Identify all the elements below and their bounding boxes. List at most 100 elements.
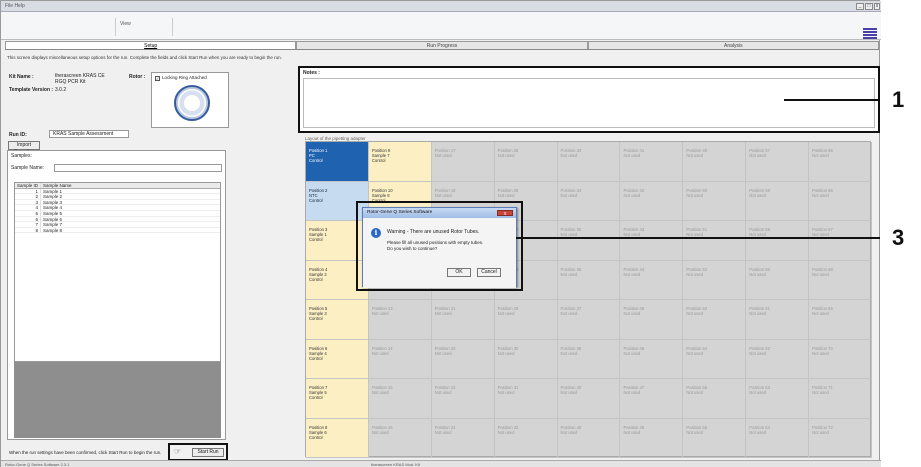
grid-cell-position[interactable]: Position 64 Not used xyxy=(746,418,810,458)
grid-cell-position[interactable]: Position 66 Not used xyxy=(809,181,872,221)
grid-cell-position[interactable]: Position 65 Not used xyxy=(809,142,872,182)
grid-cell-text: Not used xyxy=(749,429,766,435)
maximize-icon[interactable]: □ xyxy=(865,3,873,10)
grid-cell-text: Control xyxy=(371,158,386,163)
grid-cell-position[interactable]: Position 6 Sample 4 Control xyxy=(306,339,369,379)
grid-cell-position[interactable]: Position 9 Sample 7 Control xyxy=(368,142,432,182)
grid-cell-position[interactable]: Position 43 Not used xyxy=(620,221,684,261)
grid-cell-position[interactable]: Position 7 Sample 5 Control xyxy=(306,379,369,419)
close-window-icon[interactable]: x xyxy=(874,3,880,10)
sample-table[interactable]: Sample ID Sample Name 1 Sample 1 2 Sample 2… xyxy=(14,182,221,362)
grid-cell-position[interactable]: Position 42 Not used xyxy=(620,181,684,221)
grid-cell-position[interactable]: Position 47 Not used xyxy=(620,379,684,419)
grid-cell-text: Not used xyxy=(686,390,704,395)
grid-cell-position[interactable]: Position 54 Not used xyxy=(683,339,747,379)
grid-cell-position[interactable]: Position 49 Not used xyxy=(683,142,747,182)
grid-cell-position[interactable]: Position 23 Not used xyxy=(431,379,495,419)
grid-cell-position[interactable]: Position 40 Not used xyxy=(557,418,621,458)
notes-input[interactable] xyxy=(303,78,875,128)
grid-cell-position[interactable]: Position 25 Not used xyxy=(494,142,558,182)
grid-cell-text: Not used xyxy=(686,153,704,158)
grid-cell-text: Control xyxy=(309,434,323,440)
grid-cell-position[interactable]: Position 22 Not used xyxy=(431,339,495,379)
minimize-icon[interactable]: _ xyxy=(856,3,864,10)
sample-name-cell: Sample 2 xyxy=(43,194,63,200)
sample-name-label: Sample Name: xyxy=(11,165,45,171)
grid-cell-position[interactable]: Position 8 Sample 6 Control xyxy=(306,418,369,458)
grid-cell-position[interactable]: Position 62 Not used xyxy=(746,339,810,379)
grid-cell-position[interactable]: Position 34 Not used xyxy=(557,181,621,221)
grid-cell-position[interactable]: Position 13 Not used xyxy=(368,300,432,340)
tab-bar: Setup Run Progress Analysis xyxy=(5,41,879,50)
grid-cell-position[interactable]: Position 48 Not used xyxy=(620,418,684,458)
grid-cell-position[interactable]: Position 58 Not used xyxy=(746,181,810,221)
grid-cell-position[interactable]: Position 50 Not used xyxy=(683,181,747,221)
grid-cell-position[interactable]: Position 52 Not used xyxy=(683,260,747,300)
grid-cell-position[interactable]: Position 5 Sample 3 Control xyxy=(306,300,369,340)
grid-cell-position[interactable]: Position 14 Not used xyxy=(368,339,432,379)
grid-cell-position[interactable]: Position 29 Not used xyxy=(494,300,558,340)
grid-cell-position[interactable]: Position 68 Not used xyxy=(809,260,872,300)
grid-cell-position[interactable]: Position 56 Not used xyxy=(683,418,747,458)
tab-run-progress[interactable]: Run Progress xyxy=(296,41,588,49)
grid-cell-position[interactable]: Position 57 Not used xyxy=(746,142,810,182)
tab-setup[interactable]: Setup xyxy=(5,41,297,49)
grid-cell-position[interactable]: Position 31 Not used xyxy=(494,379,558,419)
column-header-sample-name[interactable]: Sample Name xyxy=(41,183,220,188)
grid-cell-position[interactable]: Position 21 Not used xyxy=(431,300,495,340)
grid-cell-position[interactable]: Position 45 Not used xyxy=(620,300,684,340)
grid-cell-text: Control xyxy=(309,355,323,361)
menu-bar[interactable]: File Help xyxy=(5,3,25,9)
grid-cell-text: Not used xyxy=(686,350,704,356)
column-header-sample-id[interactable]: Sample ID xyxy=(15,183,41,188)
grid-cell-position[interactable]: Position 63 Not used xyxy=(746,379,810,419)
grid-cell-text: Not used xyxy=(812,350,829,356)
grid-cell-position[interactable]: Position 17 Not used xyxy=(431,142,495,182)
import-samples-button[interactable]: Import Samples xyxy=(8,141,40,155)
grid-cell-position[interactable]: Position 30 Not used xyxy=(494,339,558,379)
grid-cell-text: Not used xyxy=(497,390,515,395)
grid-cell-position[interactable]: Position 15 Not used xyxy=(368,379,432,419)
tab-analysis[interactable]: Analysis xyxy=(587,41,879,49)
sample-name-cell: Sample 6 xyxy=(43,216,63,222)
grid-cell-position[interactable]: Position 69 Not used xyxy=(809,300,872,340)
grid-cell-text: Not used xyxy=(623,350,641,356)
sample-name-input[interactable] xyxy=(54,164,222,172)
dialog-close-button[interactable]: X xyxy=(497,210,513,216)
grid-cell-position[interactable]: Position 72 Not used xyxy=(809,418,872,458)
grid-cell-position[interactable]: Position 41 Not used xyxy=(620,142,684,182)
grid-cell-position[interactable]: Position 39 Not used xyxy=(557,379,621,419)
grid-cell-position[interactable]: Position 70 Not used xyxy=(809,339,872,379)
grid-cell-position[interactable]: Position 71 Not used xyxy=(809,379,872,419)
grid-cell-position[interactable]: Position 33 Not used xyxy=(557,142,621,182)
grid-cell-position[interactable]: Position 16 Not used xyxy=(368,418,432,458)
grid-cell-position[interactable]: Position 59 Not used xyxy=(746,221,810,261)
grid-cell-position[interactable]: Position 38 Not used xyxy=(557,339,621,379)
status-center: therascreen KRAS Mod. Kit xyxy=(371,462,420,467)
grid-cell-position[interactable]: Position 46 Not used xyxy=(620,339,684,379)
grid-cell-position[interactable]: Position 32 Not used xyxy=(494,418,558,458)
run-id-input[interactable]: KRAS Sample Assessment xyxy=(49,130,129,138)
cancel-button[interactable]: Cancel xyxy=(477,268,501,277)
grid-cell-text: Not used xyxy=(434,192,452,198)
grid-cell-position[interactable]: Position 60 Not used xyxy=(746,260,810,300)
grid-cell-position[interactable]: Position 55 Not used xyxy=(683,379,747,419)
grid-cell-position[interactable]: Position 37 Not used xyxy=(557,300,621,340)
locking-ring-checkbox[interactable]: ✓ Locking Ring Attached xyxy=(155,75,207,81)
start-run-button[interactable]: Start Run xyxy=(192,448,224,457)
checkmark-icon: ✓ xyxy=(155,76,160,81)
callout-1-line xyxy=(784,99,880,101)
grid-cell-position[interactable]: Position 1 PC Control xyxy=(306,142,369,182)
grid-cell-position[interactable]: Position 51 Not used xyxy=(683,221,747,261)
grid-cell-position[interactable]: Position 24 Not used xyxy=(431,418,495,458)
grid-cell-position[interactable]: Position 36 Not used xyxy=(557,260,621,300)
grid-cell-text: Not used xyxy=(434,311,452,316)
grid-cell-position[interactable]: Position 44 Not used xyxy=(620,260,684,300)
grid-cell-position[interactable]: Position 53 Not used xyxy=(683,300,747,340)
view-menu[interactable]: View xyxy=(115,18,173,36)
table-row[interactable]: 8 Sample 8 xyxy=(15,227,220,234)
grid-cell-position[interactable]: Position 35 Not used xyxy=(557,221,621,261)
ok-button[interactable]: OK xyxy=(447,268,471,277)
grid-cell-position[interactable]: Position 61 Not used xyxy=(746,300,810,340)
grid-cell-position[interactable]: Position 67 Not used xyxy=(809,221,872,261)
